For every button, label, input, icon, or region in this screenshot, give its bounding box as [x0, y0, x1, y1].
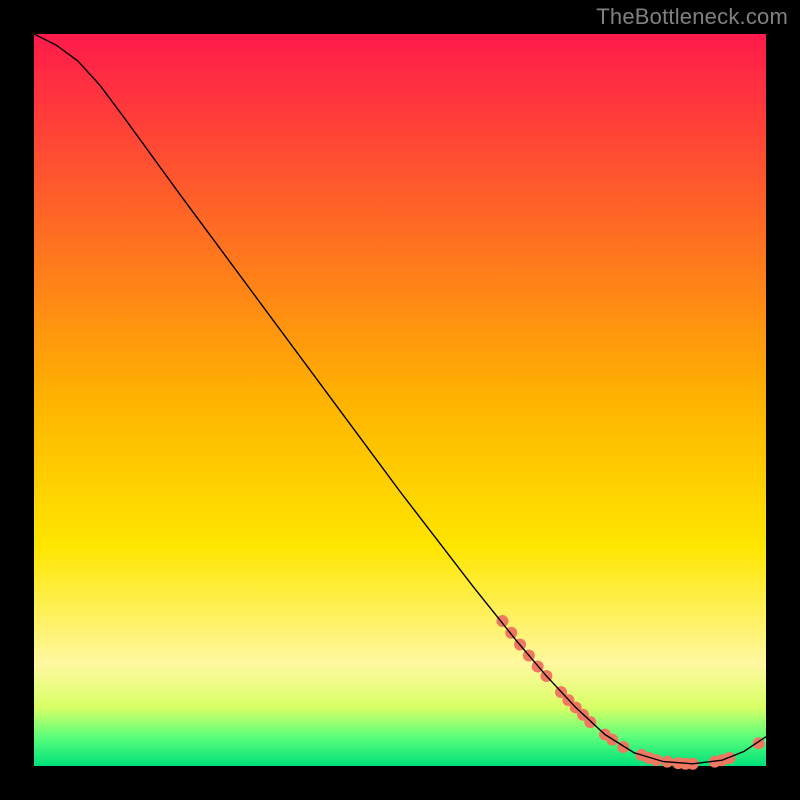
- data-marker: [496, 615, 508, 627]
- curve-layer: [34, 34, 766, 766]
- plot-area: [34, 34, 766, 766]
- chart-frame: TheBottleneck.com: [0, 0, 800, 800]
- watermark-text: TheBottleneck.com: [596, 4, 788, 30]
- curve-path: [34, 34, 766, 764]
- data-markers: [496, 615, 764, 770]
